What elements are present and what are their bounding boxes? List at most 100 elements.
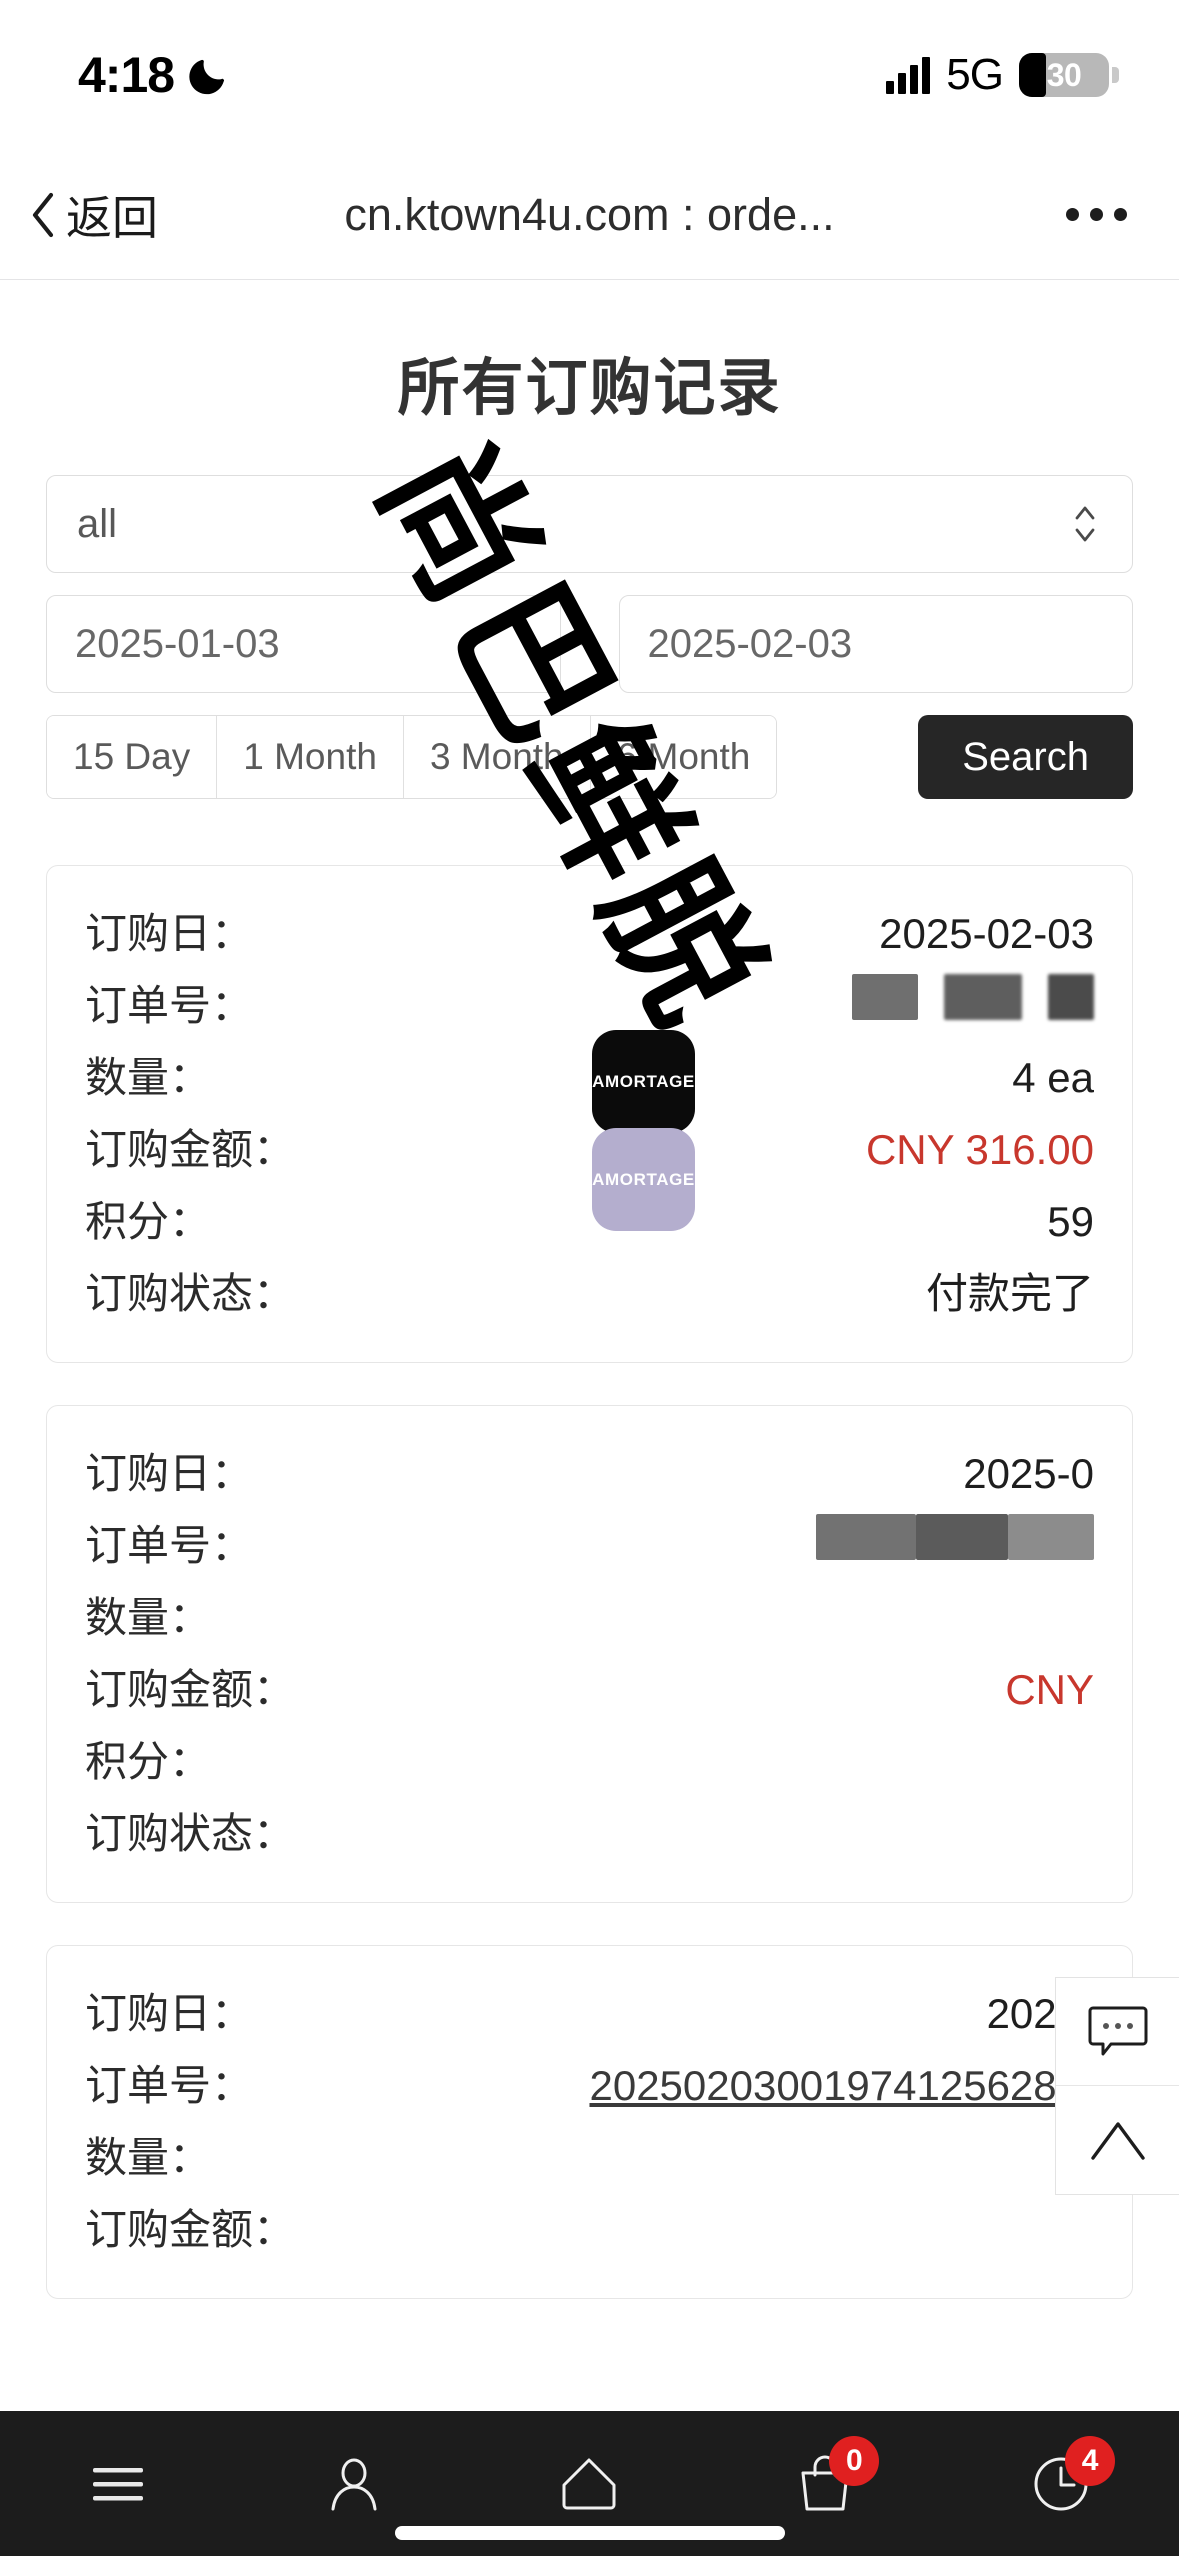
amount-label: 订购金额： [85, 2206, 296, 2253]
order-no-label: 订单号： [85, 982, 254, 1029]
order-date-row: 订购日： 2025-0 [85, 1440, 1094, 1512]
floating-action-panel [1055, 1977, 1179, 2195]
quantity-label: 数量： [85, 1054, 212, 1101]
nav-history-button[interactable]: 4 [1001, 2434, 1121, 2534]
points-row: 积分： 59 [85, 1188, 1094, 1260]
order-date-row: 订购日： 2025-02-03 [85, 900, 1094, 972]
chat-button[interactable] [1056, 1978, 1179, 2086]
order-status-select[interactable]: all [46, 475, 1133, 573]
network-type-label: 5G [946, 50, 1004, 99]
quick-range-1-month[interactable]: 1 Month [217, 716, 404, 798]
status-row: 订购状态： [85, 1800, 1094, 1872]
search-button[interactable]: Search [918, 715, 1133, 799]
date-range-row: 2025-01-03 ~ 2025-02-03 [46, 595, 1133, 693]
status-bar-right: 5G 30 [886, 50, 1119, 100]
cart-badge: 0 [829, 2435, 880, 2486]
order-date-label: 订购日： [85, 910, 254, 957]
home-indicator [394, 2526, 785, 2540]
back-button-label: 返回 [66, 191, 158, 244]
amount-row: 订购金额： CNY 316.00 [85, 1116, 1094, 1188]
order-no-row: 订单号： [85, 1512, 1094, 1584]
order-no-redacted [253, 1514, 1094, 1560]
amount-label: 订购金额： [85, 1126, 296, 1173]
points-row: 积分： [85, 1728, 1094, 1800]
points-value: 59 [1047, 1198, 1094, 1245]
order-date-label: 订购日： [85, 1450, 254, 1497]
select-chevrons-icon [1075, 506, 1095, 542]
quick-range-row: 15 Day 1 Month 3 Month 6 Month Search [46, 715, 1133, 799]
more-horizontal-icon[interactable] [1066, 208, 1127, 221]
quantity-value: 4 ea [1012, 1054, 1094, 1101]
order-card[interactable]: 订购日： 2025-0 订单号： 数量： 订购金额： CNY 积分： 订购状态： [46, 1405, 1133, 1903]
order-date-row: 订购日： 2025- [85, 1980, 1094, 2052]
status-label: 订购状态： [85, 1810, 296, 1857]
chat-bubble-icon [1088, 2006, 1147, 2055]
page-title: 所有订购记录 [397, 354, 782, 423]
url-display[interactable]: cn.ktown4u.com : orde... [0, 189, 1179, 241]
bottom-navigation-bar: 0 4 [0, 2411, 1179, 2556]
order-no-redacted [253, 974, 1094, 1020]
scroll-to-top-icon [1090, 2122, 1145, 2160]
quick-range-15-day[interactable]: 15 Day [47, 716, 218, 798]
quick-range-group: 15 Day 1 Month 3 Month 6 Month [46, 715, 778, 799]
amount-value: CNY [1005, 1666, 1094, 1713]
cellular-signal-icon [886, 56, 931, 94]
nav-home-button[interactable] [529, 2434, 649, 2534]
product-thumbnail-dark[interactable]: AMORTAGE [592, 1030, 695, 1133]
quick-range-3-month[interactable]: 3 Month [403, 716, 591, 798]
order-no-label: 订单号： [85, 1522, 254, 1569]
browser-nav-bar: 返回 cn.ktown4u.com : orde... [0, 150, 1179, 280]
amount-value: CNY 316.00 [865, 1126, 1094, 1173]
filter-form: all 2025-01-03 ~ 2025-02-03 15 Day 1 Mon… [0, 475, 1179, 799]
date-from-input[interactable]: 2025-01-03 [46, 595, 561, 693]
product-thumbnail-lavender[interactable]: AMORTAGE [592, 1128, 695, 1231]
status-label: 订购状态： [85, 1270, 296, 1317]
order-no-row: 订单号： [85, 972, 1094, 1044]
order-no-link[interactable]: 202502030019741256283( [589, 2062, 1094, 2110]
quantity-row: 数量： [85, 1584, 1094, 1656]
battery-level-label: 30 [1046, 56, 1082, 93]
quantity-label: 数量： [85, 2134, 212, 2181]
order-date-label: 订购日： [85, 1990, 254, 2037]
order-card[interactable]: 订购日： 2025- 订单号： 202502030019741256283( 数… [46, 1945, 1133, 2299]
home-icon [562, 2458, 616, 2509]
status-bar: 4:18 5G 30 [0, 0, 1179, 150]
status-row: 订购状态： 付款完了 [85, 1260, 1094, 1332]
date-to-input[interactable]: 2025-02-03 [618, 595, 1133, 693]
amount-row: 订购金额： CNY [85, 1656, 1094, 1728]
user-profile-icon [331, 2458, 377, 2510]
order-no-row: 订单号： 202502030019741256283( [85, 2052, 1094, 2124]
order-date-value: 2025-0 [963, 1450, 1094, 1497]
moon-icon [189, 59, 225, 95]
page-content: 所有订购记录 all 2025-01-03 ~ 2025-02-03 15 Da… [0, 281, 1179, 2439]
nav-profile-button[interactable] [294, 2434, 414, 2534]
product-brand-label: AMORTAGE [592, 1071, 695, 1091]
order-status-select-value: all [77, 501, 118, 546]
order-card[interactable]: 订购日： 2025-02-03 订单号： 数量： 4 ea 订购金额： CNY … [46, 865, 1133, 1363]
history-badge: 4 [1065, 2435, 1116, 2486]
order-no-label: 订单号： [85, 2062, 254, 2109]
nav-menu-button[interactable] [58, 2434, 178, 2534]
date-range-separator: ~ [580, 625, 599, 662]
amount-row: 订购金额： [85, 2196, 1094, 2268]
scroll-to-top-button[interactable] [1056, 2086, 1179, 2194]
quantity-row: 数量： [85, 2124, 1094, 2196]
nav-cart-button[interactable]: 0 [765, 2434, 885, 2534]
product-brand-label: AMORTAGE [592, 1169, 695, 1189]
quantity-label: 数量： [85, 1594, 212, 1641]
chevron-left-icon [32, 192, 54, 237]
phone-screen: 4:18 5G 30 返回 cn.ktown4u.com : orde... 所… [0, 0, 1179, 2556]
points-label: 积分： [85, 1198, 212, 1245]
status-bar-clock: 4:18 [78, 47, 175, 103]
status-bar-left: 4:18 [78, 50, 228, 100]
amount-label: 订购金额： [85, 1666, 296, 1713]
quantity-row: 数量： 4 ea [85, 1044, 1094, 1116]
back-button[interactable]: 返回 [28, 182, 158, 248]
battery-icon: 30 [1019, 53, 1119, 97]
hamburger-menu-icon [92, 2467, 143, 2500]
order-date-value: 2025-02-03 [879, 910, 1094, 957]
status-value: 付款完了 [925, 1270, 1094, 1317]
order-list: 订购日： 2025-02-03 订单号： 数量： 4 ea 订购金额： CNY … [0, 865, 1179, 2299]
points-label: 积分： [85, 1738, 212, 1785]
quick-range-6-month[interactable]: 6 Month [590, 716, 777, 798]
